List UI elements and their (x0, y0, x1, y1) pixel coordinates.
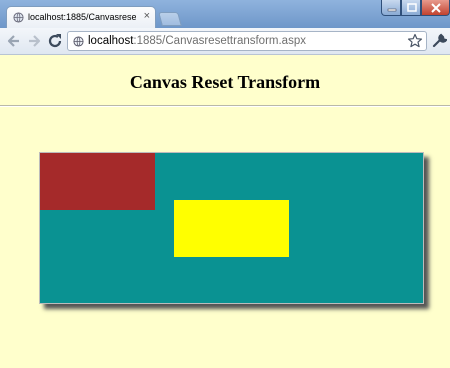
minimize-button[interactable] (381, 0, 401, 16)
maximize-button[interactable] (401, 0, 421, 16)
minimize-icon (387, 8, 397, 12)
browser-tab[interactable]: localhost:1885/Canvasresettз × (6, 6, 156, 30)
tab-title: localhost:1885/Canvasresettз (28, 12, 136, 22)
title-bar: localhost:1885/Canvasresettз × (0, 0, 450, 30)
address-bar[interactable]: localhost:1885/Canvasresettransform.aspx (67, 31, 427, 51)
maximize-icon (407, 3, 417, 12)
drawing-canvas (39, 152, 424, 304)
url-host: localhost (88, 35, 134, 47)
bookmark-star-icon[interactable] (407, 33, 423, 49)
url-path: :1885/Canvasresettransform.aspx (133, 35, 306, 47)
window-close-icon (431, 3, 441, 13)
new-tab-button[interactable] (158, 12, 182, 26)
site-info-icon[interactable] (73, 36, 84, 47)
tab-close-icon[interactable]: × (144, 10, 150, 22)
window-close-button[interactable] (421, 0, 450, 16)
horizontal-rule (0, 105, 450, 107)
browser-toolbar: localhost:1885/Canvasresettransform.aspx (0, 28, 450, 55)
wrench-menu-icon[interactable] (431, 33, 447, 49)
forward-arrow-icon[interactable] (26, 33, 42, 49)
page-title: Canvas Reset Transform (129, 72, 321, 92)
page-content: Canvas Reset Transform (0, 55, 450, 368)
red-rectangle (40, 153, 155, 210)
back-arrow-icon[interactable] (6, 33, 22, 49)
reload-icon[interactable] (47, 33, 63, 49)
yellow-rectangle (174, 200, 289, 257)
page-globe-icon (13, 12, 24, 23)
url-text: localhost:1885/Canvasresettransform.aspx (88, 35, 306, 47)
